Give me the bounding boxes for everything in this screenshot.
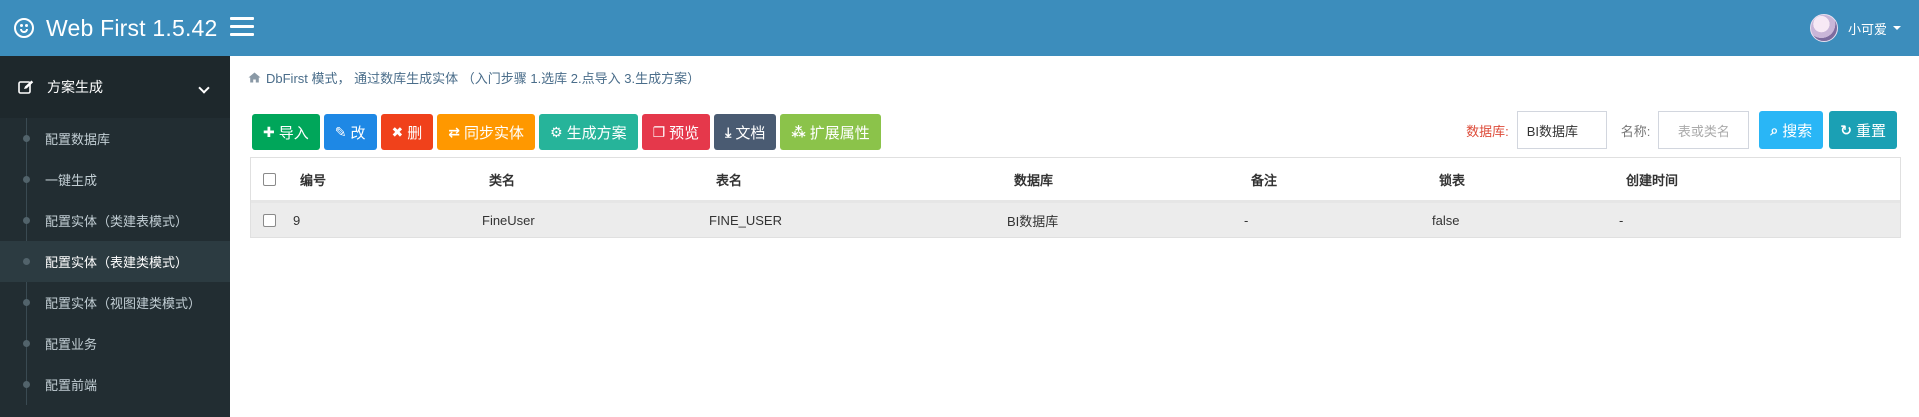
column-header-class-name[interactable]: 类名 (489, 170, 515, 189)
search-icon: ⌕ (1770, 121, 1779, 138)
sidebar-item-label: 配置实体（类建表模式） (45, 214, 189, 229)
sidebar-item-label: 配置实体（表建类模式） (45, 255, 189, 270)
gears-icon: ⚙ (550, 123, 563, 140)
column-header-table-name[interactable]: 表名 (716, 170, 742, 189)
row-checkbox[interactable] (263, 213, 276, 227)
sidebar-section-plan[interactable]: 方案生成 (0, 56, 230, 118)
column-header-created-time[interactable]: 创建时间 (1626, 170, 1678, 189)
smile-icon (14, 18, 34, 38)
cell-database: BI数据库 (1007, 213, 1059, 229)
sidebar-section-label: 方案生成 (47, 79, 103, 95)
preview-button[interactable]: ❐ 预览 (641, 114, 711, 150)
avatar (1809, 14, 1838, 42)
sidebar-item-label: 配置业务 (45, 337, 98, 352)
search-button[interactable]: ⌕ 搜索 (1759, 111, 1824, 149)
sidebar-item-label: 一键生成 (45, 173, 98, 188)
import-button[interactable]: ✚ 导入 (252, 114, 320, 150)
download-icon: ⤓ (725, 123, 732, 140)
select-all-checkbox[interactable] (263, 172, 276, 186)
edit-button[interactable]: ✎ 改 (323, 114, 377, 150)
app-title: Web First 1.5.42 (46, 14, 218, 41)
refresh-icon: ↻ (1840, 121, 1852, 138)
cell-remark: - (1244, 212, 1249, 228)
menu-toggle-icon[interactable] (230, 17, 254, 39)
chevron-down-icon (198, 82, 210, 94)
action-toolbar: ✚ 导入 ✎ 改 ✖ 删 ⇄ 同步实体 ⚙ 生成方案 ❐ 预览 ⤓ 文档 ⁂ 扩展属性 (252, 114, 881, 150)
bullet-icon (23, 258, 30, 265)
user-menu[interactable]: 小可爱 (1809, 0, 1901, 56)
extend-properties-button[interactable]: ⁂ 扩展属性 (780, 114, 881, 150)
sitemap-icon: ⁂ (791, 123, 806, 140)
database-select[interactable]: BI数据库 (1516, 111, 1607, 149)
bullet-icon (23, 299, 30, 306)
top-header: Web First 1.5.42 小可爱 (0, 0, 1919, 56)
sidebar-submenu: 配置数据库 一键生成 配置实体（类建表模式） 配置实体（表建类模式） 配置实体（… (0, 118, 230, 405)
bullet-icon (23, 217, 30, 224)
main-content: DbFirst 模式， 通过数库生成实体 （入门步骤 1.选库 2.点导入 3.… (230, 56, 1919, 417)
sync-entity-button[interactable]: ⇄ 同步实体 (437, 114, 535, 150)
bullet-icon (23, 340, 30, 347)
plus-icon: ✚ (263, 123, 275, 140)
brand[interactable]: Web First 1.5.42 (14, 0, 218, 56)
column-header-remark[interactable]: 备注 (1251, 170, 1277, 189)
database-label: 数据库: (1466, 123, 1509, 139)
bullet-icon (23, 381, 30, 388)
entity-table: 编号 类名 表名 数据库 备注 锁表 创建时间 9 FineUser FINE_… (250, 157, 1901, 238)
close-icon: ✖ (391, 123, 404, 140)
sidebar-item-label: 配置数据库 (45, 132, 111, 147)
sidebar: 方案生成 配置数据库 一键生成 配置实体（类建表模式） 配置实体（表建类模式） … (0, 56, 230, 417)
caret-down-icon (1893, 26, 1901, 30)
cell-lock: false (1432, 212, 1460, 228)
breadcrumb-text: DbFirst 模式， 通过数库生成实体 （入门步骤 1.选库 2.点导入 3.… (266, 71, 701, 86)
column-header-database[interactable]: 数据库 (1014, 170, 1053, 189)
docs-button[interactable]: ⤓ 文档 (714, 114, 777, 150)
sidebar-item-label: 配置前端 (45, 378, 98, 393)
copy-icon: ❐ (652, 123, 666, 140)
sidebar-item-entity-view-to-class[interactable]: 配置实体（视图建类模式） (0, 282, 230, 323)
sidebar-item-one-click[interactable]: 一键生成 (0, 159, 230, 200)
sidebar-item-entity-table-to-class[interactable]: 配置实体（表建类模式） (0, 241, 230, 282)
cell-created-time: - (1619, 212, 1624, 228)
table-header-row: 编号 类名 表名 数据库 备注 锁表 创建时间 (251, 158, 1900, 203)
breadcrumb: DbFirst 模式， 通过数库生成实体 （入门步骤 1.选库 2.点导入 3.… (248, 68, 700, 87)
name-search-input[interactable]: 表或类名 (1658, 111, 1750, 149)
sidebar-item-config-db[interactable]: 配置数据库 (0, 118, 230, 159)
reset-button[interactable]: ↻ 重置 (1829, 111, 1897, 149)
bullet-icon (23, 135, 30, 142)
home-icon (248, 72, 261, 83)
sidebar-item-config-frontend[interactable]: 配置前端 (0, 364, 230, 405)
table-row[interactable]: 9 FineUser FINE_USER BI数据库 - false - (251, 203, 1900, 237)
edit-icon: ✎ (334, 123, 347, 140)
name-label: 名称: (1620, 123, 1651, 139)
user-name: 小可爱 (1847, 21, 1887, 37)
cell-id: 9 (293, 212, 301, 228)
cell-table-name: FINE_USER (709, 212, 782, 228)
edit-icon (18, 80, 34, 94)
search-filters: 数据库: BI数据库 名称: 表或类名 ⌕ 搜索 ↻ 重置 (1466, 111, 1897, 149)
delete-button[interactable]: ✖ 删 (380, 114, 434, 150)
sidebar-item-config-business[interactable]: 配置业务 (0, 323, 230, 364)
sidebar-item-label: 配置实体（视图建类模式） (45, 296, 202, 311)
sidebar-item-entity-class-to-table[interactable]: 配置实体（类建表模式） (0, 200, 230, 241)
column-header-id[interactable]: 编号 (300, 170, 326, 189)
cell-class-name: FineUser (482, 212, 535, 228)
bullet-icon (23, 176, 30, 183)
generate-plan-button[interactable]: ⚙ 生成方案 (539, 114, 638, 150)
column-header-lock[interactable]: 锁表 (1439, 170, 1465, 189)
exchange-icon: ⇄ (448, 123, 460, 140)
